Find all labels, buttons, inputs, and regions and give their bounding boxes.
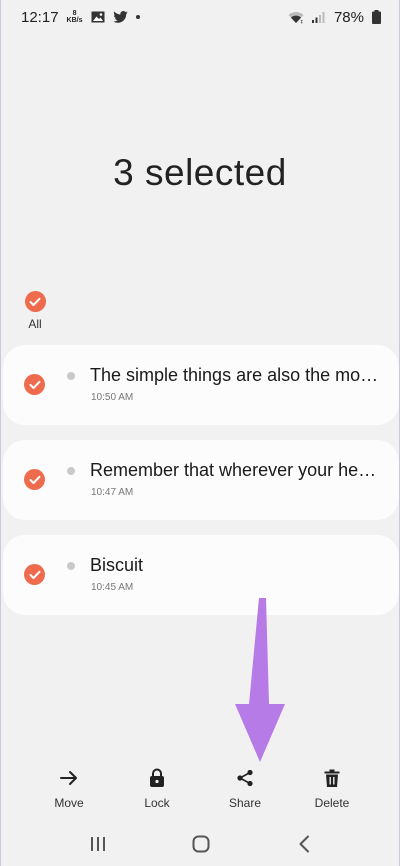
move-label: Move — [54, 796, 84, 810]
clock: 12:17 — [21, 8, 59, 26]
note-title: Remember that wherever your heart is, th… — [90, 460, 385, 480]
annotation-arrow-icon — [235, 598, 285, 762]
share-button[interactable]: Share — [210, 766, 280, 810]
status-bar: 12:17 8 KB/s ↕ 78% — [1, 0, 399, 34]
note-time: 10:45 AM — [91, 582, 134, 593]
select-all-checkbox[interactable]: All — [23, 291, 47, 331]
note-checkbox[interactable] — [24, 374, 45, 395]
status-right: ↕ 78% — [288, 9, 381, 26]
home-button[interactable] — [181, 833, 221, 855]
lock-label: Lock — [144, 796, 170, 810]
svg-text:↕: ↕ — [299, 19, 303, 24]
bullet-icon — [67, 562, 75, 570]
network-speed-value: 8 — [72, 10, 77, 17]
note-item[interactable]: The simple things are also the most extr… — [3, 345, 399, 425]
network-speed: 8 KB/s — [67, 10, 83, 24]
checkmark-icon — [24, 291, 46, 312]
trash-icon — [324, 766, 340, 790]
note-time: 10:50 AM — [91, 392, 134, 403]
battery-icon — [372, 10, 381, 24]
network-speed-unit: KB/s — [66, 17, 83, 24]
recent-apps-icon — [91, 837, 105, 851]
move-button[interactable]: Move — [34, 766, 104, 810]
notification-dot-icon — [135, 15, 140, 19]
note-title: The simple things are also the most extr… — [90, 365, 385, 385]
twitter-icon — [112, 11, 128, 23]
back-button[interactable] — [284, 833, 324, 855]
lock-icon — [149, 766, 165, 790]
bullet-icon — [67, 372, 75, 380]
delete-button[interactable]: Delete — [297, 766, 367, 810]
action-bar: Move Lock Share Delete — [1, 766, 399, 816]
note-title: Biscuit — [90, 555, 144, 575]
home-icon — [192, 835, 210, 853]
note-checkbox[interactable] — [24, 564, 45, 585]
bullet-icon — [67, 467, 75, 475]
note-item[interactable]: Remember that wherever your heart is, th… — [3, 440, 399, 520]
back-icon — [299, 835, 309, 853]
share-label: Share — [228, 796, 262, 810]
select-all-label: All — [28, 317, 42, 331]
signal-icon — [311, 11, 326, 23]
checkmark-icon — [29, 380, 40, 389]
screen: 12:17 8 KB/s ↕ 78% 3 selected All The si… — [0, 0, 400, 866]
recent-apps-button[interactable] — [78, 833, 118, 855]
wifi-icon: ↕ — [288, 11, 304, 24]
navigation-bar — [1, 826, 399, 860]
checkmark-icon — [29, 475, 40, 484]
checkmark-icon — [29, 570, 40, 579]
note-checkbox[interactable] — [24, 469, 45, 490]
status-left: 12:17 8 KB/s — [21, 9, 140, 26]
delete-label: Delete — [314, 796, 350, 810]
battery-percentage: 78% — [333, 8, 364, 26]
lock-button[interactable]: Lock — [122, 766, 192, 810]
gallery-icon — [91, 11, 105, 23]
note-time: 10:47 AM — [91, 487, 134, 498]
note-item[interactable]: Biscuit 10:45 AM — [3, 535, 399, 615]
arrow-right-icon — [59, 766, 79, 790]
page-title: 3 selected — [113, 152, 287, 193]
share-icon — [236, 766, 254, 790]
